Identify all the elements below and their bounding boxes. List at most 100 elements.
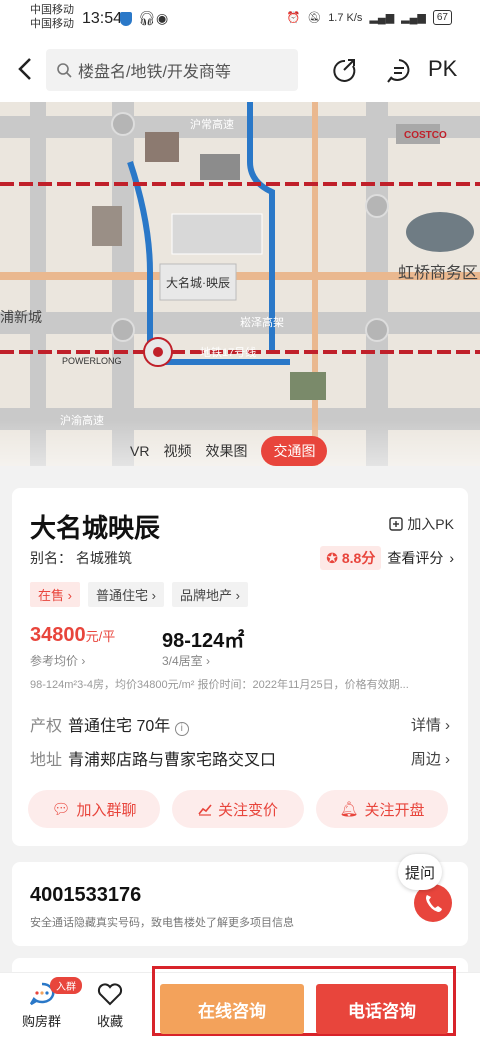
- map-label-hongqiao: 虹桥商务区: [398, 264, 478, 282]
- tag-on-sale-label: 在售: [38, 588, 65, 603]
- interchange-1: [111, 112, 135, 136]
- join-group-label: 加入群聊: [76, 801, 137, 819]
- status-icons: ⏰ 🔕︎ 1.7 K/s ▂▄▆ ▂▄▆ 67: [287, 10, 452, 25]
- map-label-metro17: 地铁17号线: [200, 345, 256, 359]
- nearby-link[interactable]: 周边 ›: [411, 748, 450, 769]
- tab-traffic-map[interactable]: 交通图: [261, 436, 328, 466]
- chevron-right-icon: ›: [449, 550, 454, 566]
- join-group-button[interactable]: 💬︎ 加入群聊: [28, 790, 160, 828]
- road-orange-v: [312, 102, 318, 466]
- address-value: 青浦郏店路与曹家宅路交叉口: [68, 752, 277, 769]
- search-placeholder: 楼盘名/地铁/开发商等: [78, 64, 231, 81]
- follow-price-label: 关注变价: [217, 801, 278, 819]
- address-row[interactable]: 地址 青浦郏店路与曹家宅路交叉口 周边 ›: [30, 746, 450, 770]
- road-west: [30, 102, 46, 466]
- ask-button[interactable]: 提问: [398, 854, 442, 890]
- add-pk-label: 加入PK: [407, 516, 454, 532]
- score-value: 8.8分: [341, 550, 376, 566]
- search-input[interactable]: 楼盘名/地铁/开发商等: [46, 49, 298, 91]
- map-label-puxincheng: 浦新城: [0, 309, 42, 325]
- road-ring: [112, 102, 134, 466]
- media-tabs: VR 视频 效果图 交通图: [130, 436, 328, 466]
- phone-number[interactable]: 4001533176: [30, 884, 141, 907]
- favorite-button[interactable]: 收藏: [96, 981, 124, 1030]
- signal-icon: ▂▄▆: [369, 12, 395, 24]
- ncec-building: [406, 212, 474, 252]
- project-card: 大名城映辰 加入PK 别名： 名城雅筑 ✪ 8.8分 查看评分 › 在售 › 普…: [12, 488, 468, 846]
- clock: 13:54: [82, 10, 123, 27]
- project-title: 大名城映辰: [30, 513, 161, 543]
- road-label-huchang: 沪常高速: [190, 117, 234, 131]
- area-subtitle-label: 3/4居室: [162, 654, 203, 668]
- nav-bar: 楼盘名/地铁/开发商等 PK: [0, 40, 480, 102]
- follow-price-button[interactable]: 关注变价: [172, 790, 304, 828]
- carrier-2: 中国移动: [30, 18, 74, 30]
- star-icon: ✪: [326, 550, 338, 566]
- map-label-costco: COSTCO: [404, 130, 447, 141]
- alarm-icon: ⏰: [286, 12, 301, 24]
- interchange-3: [111, 318, 135, 342]
- building-4: [290, 372, 326, 400]
- building-3: [92, 206, 122, 246]
- add-pk-button[interactable]: 加入PK: [389, 514, 454, 534]
- interchange-2: [365, 194, 389, 218]
- eye-icon: ◉: [156, 10, 169, 26]
- traffic-map[interactable]: 虹桥商务区 浦新城 COSTCO POWERLONG 地铁17号线 大名城·映辰…: [0, 102, 480, 466]
- rights-row[interactable]: 产权 普通住宅 70年 i 详情 ›: [30, 712, 450, 736]
- headphone-icon: 🎧︎: [138, 10, 156, 26]
- rights-value: 普通住宅 70年 i: [68, 712, 411, 736]
- project-alias: 别名： 名城雅筑: [30, 550, 132, 566]
- back-icon[interactable]: [12, 54, 42, 84]
- tab-vr[interactable]: VR: [130, 443, 149, 459]
- price: 34800元/平: [30, 624, 115, 647]
- search-icon: [57, 63, 72, 78]
- online-consult-button[interactable]: 在线咨询: [160, 984, 304, 1034]
- tag-brand[interactable]: 品牌地产 ›: [171, 582, 248, 607]
- area-subtitle[interactable]: 3/4居室 ›: [162, 652, 210, 669]
- price-description-text: 98-124m²3-4房，均价34800元/m² 报价时间：2022年11月25…: [30, 679, 409, 691]
- net-speed: 1.7 K/s: [328, 11, 363, 24]
- price-description[interactable]: 98-124m²3-4房，均价34800元/m² 报价时间：2022年11月25…: [30, 676, 456, 692]
- tag-residential-label: 普通住宅: [95, 588, 148, 603]
- tag-brand-label: 品牌地产: [179, 588, 232, 603]
- phone-consult-button[interactable]: 电话咨询: [316, 984, 448, 1034]
- price-value: 34800: [30, 624, 86, 646]
- rights-label: 产权: [30, 718, 63, 735]
- rights-detail-link[interactable]: 详情 ›: [411, 714, 450, 735]
- tag-on-sale[interactable]: 在售 ›: [30, 582, 80, 607]
- score-badge: ✪ 8.8分: [320, 546, 382, 570]
- group-chat-label: 购房群: [22, 1014, 62, 1029]
- join-badge: 入群: [50, 977, 82, 994]
- project-pin-dot: [153, 347, 163, 357]
- tag-row: 在售 › 普通住宅 › 品牌地产 ›: [30, 582, 248, 607]
- road-shenhai: [366, 102, 388, 466]
- map-graphic: 虹桥商务区 浦新城 COSTCO POWERLONG 地铁17号线 大名城·映辰…: [0, 102, 480, 466]
- pk-button[interactable]: PK: [428, 56, 457, 82]
- follow-opening-label: 关注开盘: [364, 801, 425, 819]
- price-subtitle-label: 参考均价: [30, 654, 79, 668]
- rating-row[interactable]: ✪ 8.8分 查看评分 ›: [320, 546, 454, 570]
- rights-value-text: 普通住宅 70年: [68, 718, 171, 735]
- signal-icon-2: ▂▄▆: [401, 12, 426, 24]
- nearby-label: 周边: [410, 750, 441, 768]
- share-icon[interactable]: [330, 56, 360, 86]
- price-subtitle[interactable]: 参考均价 ›: [30, 652, 85, 669]
- tag-residential[interactable]: 普通住宅 ›: [87, 582, 164, 607]
- rights-detail-label: 详情: [410, 716, 441, 734]
- address-label: 地址: [30, 752, 63, 769]
- message-icon[interactable]: [384, 56, 414, 86]
- carrier-1: 中国移动: [30, 4, 74, 16]
- tab-renderings[interactable]: 效果图: [205, 441, 247, 461]
- info-icon[interactable]: i: [174, 722, 189, 736]
- interchange-4: [365, 318, 389, 342]
- tab-video[interactable]: 视频: [163, 441, 191, 461]
- building-2: [200, 154, 240, 180]
- view-score-link[interactable]: 查看评分: [387, 548, 443, 568]
- battery-icon: 67: [432, 10, 452, 25]
- phone-note: 安全通话隐藏真实号码，致电售楼处了解更多项目信息: [30, 917, 294, 929]
- status-bar: 中国移动 中国移动 13:54 🎧︎ ◉ ⏰ 🔕︎ 1.7 K/s ▂▄▆ ▂▄…: [0, 0, 480, 40]
- follow-opening-button[interactable]: 🔔︎ 关注开盘: [316, 790, 448, 828]
- map-label-powerlong: POWERLONG: [62, 356, 122, 366]
- price-unit: 元/平: [85, 629, 116, 644]
- trend-icon: [198, 804, 212, 816]
